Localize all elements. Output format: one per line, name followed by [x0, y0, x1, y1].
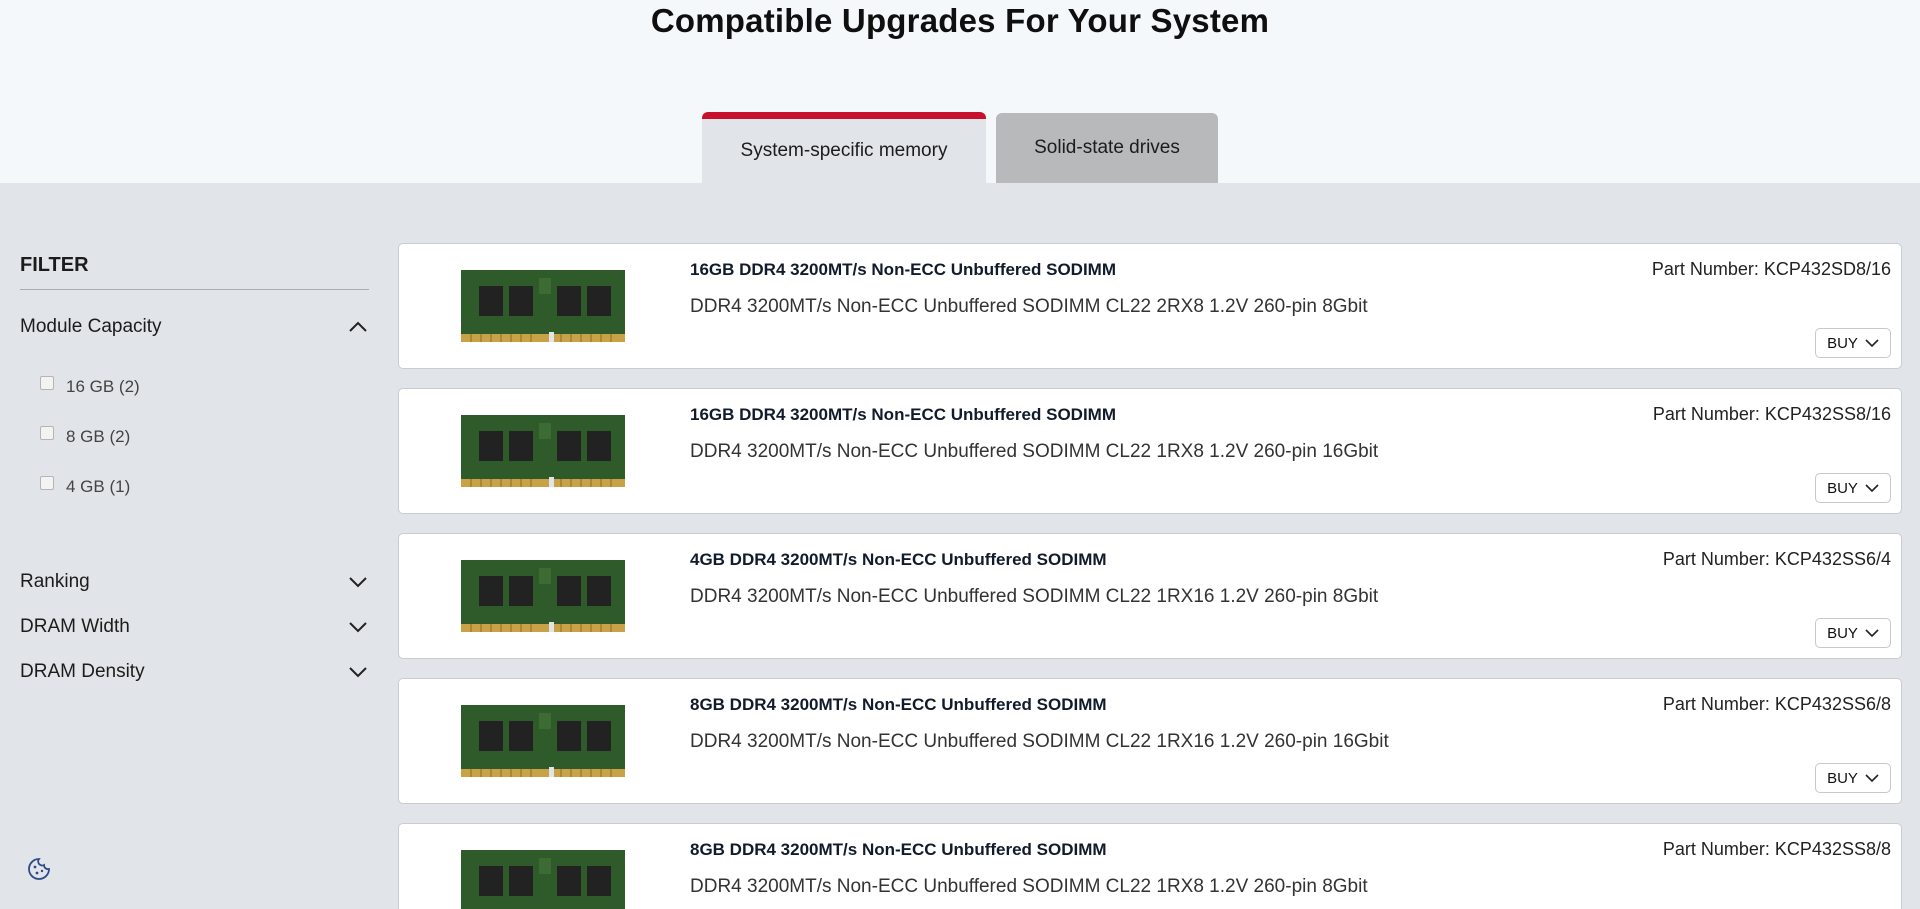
tab-system-specific-memory[interactable]: System-specific memory: [702, 112, 986, 183]
capacity-8gb-checkbox[interactable]: [40, 426, 54, 440]
capacity-4gb-checkbox[interactable]: [40, 476, 54, 490]
product-image[interactable]: [461, 558, 625, 634]
part-number: Part Number: KCP432SS6/4: [1662, 549, 1891, 569]
capacity-8gb-label: 8 GB (2): [66, 427, 131, 446]
filter-dram-width-label: DRAM Width: [20, 616, 130, 637]
cookie-icon[interactable]: [27, 857, 51, 881]
chevron-down-icon: [1865, 339, 1879, 348]
product-description: DDR4 3200MT/s Non-ECC Unbuffered SODIMM …: [690, 876, 1368, 897]
buy-label: BUY: [1827, 769, 1858, 787]
part-number: Part Number: KCP432SS8/16: [1652, 404, 1891, 424]
product-description: DDR4 3200MT/s Non-ECC Unbuffered SODIMM …: [690, 441, 1379, 462]
chevron-down-icon: [349, 667, 367, 678]
product-image[interactable]: [461, 268, 625, 344]
page-title: Compatible Upgrades For Your System: [650, 2, 1270, 39]
capacity-option-8gb[interactable]: 8 GB (2): [40, 426, 131, 447]
filter-module-capacity[interactable]: Module Capacity: [20, 312, 369, 342]
product-description: DDR4 3200MT/s Non-ECC Unbuffered SODIMM …: [690, 586, 1379, 607]
buy-button[interactable]: BUY: [1815, 328, 1891, 358]
tab-solid-state-drives[interactable]: Solid-state drives: [996, 113, 1218, 183]
filter-title: FILTER: [20, 250, 369, 290]
chevron-down-icon: [1865, 484, 1879, 493]
product-name[interactable]: 8GB DDR4 3200MT/s Non-ECC Unbuffered SOD…: [690, 840, 1107, 860]
buy-label: BUY: [1827, 624, 1858, 642]
chevron-down-icon: [349, 622, 367, 633]
product-image[interactable]: [461, 413, 625, 489]
buy-button[interactable]: BUY: [1815, 618, 1891, 648]
filter-ranking-label: Ranking: [20, 571, 90, 592]
filter-dram-width[interactable]: DRAM Width: [20, 612, 369, 642]
product-card-2[interactable]: 16GB DDR4 3200MT/s Non-ECC Unbuffered SO…: [398, 388, 1902, 514]
product-image[interactable]: [461, 703, 625, 779]
product-name[interactable]: 16GB DDR4 3200MT/s Non-ECC Unbuffered SO…: [690, 260, 1116, 280]
page-header: Compatible Upgrades For Your System Syst…: [0, 0, 1920, 183]
product-card-3[interactable]: 4GB DDR4 3200MT/s Non-ECC Unbuffered SOD…: [398, 533, 1902, 659]
part-number: Part Number: KCP432SS6/8: [1662, 694, 1891, 714]
product-card-5[interactable]: 8GB DDR4 3200MT/s Non-ECC Unbuffered SOD…: [398, 823, 1902, 909]
product-name[interactable]: 8GB DDR4 3200MT/s Non-ECC Unbuffered SOD…: [690, 695, 1107, 715]
filter-ranking[interactable]: Ranking: [20, 567, 369, 597]
product-image[interactable]: [461, 848, 625, 909]
product-card-1[interactable]: 16GB DDR4 3200MT/s Non-ECC Unbuffered SO…: [398, 243, 1902, 369]
capacity-4gb-label: 4 GB (1): [66, 477, 131, 496]
capacity-16gb-checkbox[interactable]: [40, 376, 54, 390]
filter-dram-density-label: DRAM Density: [20, 661, 145, 682]
buy-button[interactable]: BUY: [1815, 763, 1891, 793]
part-number: Part Number: KCP432SS8/8: [1662, 839, 1891, 859]
chevron-down-icon: [1865, 774, 1879, 783]
filter-dram-density[interactable]: DRAM Density: [20, 657, 369, 687]
chevron-down-icon: [1865, 629, 1879, 638]
capacity-option-4gb[interactable]: 4 GB (1): [40, 476, 131, 497]
capacity-option-16gb[interactable]: 16 GB (2): [40, 376, 140, 397]
product-card-4[interactable]: 8GB DDR4 3200MT/s Non-ECC Unbuffered SOD…: [398, 678, 1902, 804]
chevron-up-icon: [349, 321, 367, 332]
chevron-down-icon: [349, 577, 367, 588]
product-name[interactable]: 16GB DDR4 3200MT/s Non-ECC Unbuffered SO…: [690, 405, 1116, 425]
product-name[interactable]: 4GB DDR4 3200MT/s Non-ECC Unbuffered SOD…: [690, 550, 1107, 570]
buy-button[interactable]: BUY: [1815, 473, 1891, 503]
filter-module-capacity-label: Module Capacity: [20, 316, 162, 337]
buy-label: BUY: [1827, 334, 1858, 352]
buy-label: BUY: [1827, 479, 1858, 497]
capacity-16gb-label: 16 GB (2): [66, 377, 140, 396]
product-description: DDR4 3200MT/s Non-ECC Unbuffered SODIMM …: [690, 731, 1389, 752]
filter-panel: FILTER Module Capacity 16 GB (2) 8 GB (2…: [20, 250, 369, 682]
product-description: DDR4 3200MT/s Non-ECC Unbuffered SODIMM …: [690, 296, 1368, 317]
part-number: Part Number: KCP432SD8/16: [1651, 259, 1891, 279]
